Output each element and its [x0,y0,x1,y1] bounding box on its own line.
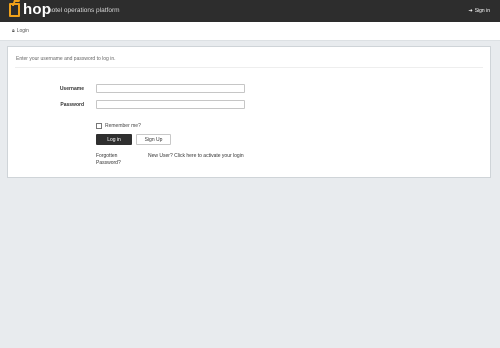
password-label: Password [60,102,84,108]
login-instruction: Enter your username and password to log … [16,56,116,62]
lock-icon: 🔒︎ [12,28,15,34]
remember-me-checkbox[interactable] [96,123,102,129]
login-panel: Enter your username and password to log … [7,46,491,178]
breadcrumb: 🔒︎ Login [0,22,500,41]
house-logo-icon[interactable] [9,3,20,17]
username-field[interactable] [96,84,245,93]
panel-divider [15,67,483,68]
forgot-password-link[interactable]: Forgotten Password? [96,153,130,166]
top-navbar: hop hotel operations platform ➔ Sign in [0,0,500,22]
brand-tagline: hotel operations platform [48,7,120,14]
password-field[interactable] [96,100,245,109]
sign-in-icon: ➔ [468,8,473,14]
sign-in-link[interactable]: ➔ Sign in [469,8,491,14]
signup-button[interactable]: Sign Up [136,134,171,145]
login-button[interactable]: Log in [96,134,132,145]
brand-logo-text[interactable]: hop [23,1,51,18]
breadcrumb-item-login[interactable]: 🔒︎ Login [12,28,29,34]
username-label: Username [59,86,84,92]
remember-me: Remember me? [96,123,141,129]
breadcrumb-label: Login [16,28,29,34]
new-user-link[interactable]: New User? Click here to activate your lo… [148,153,244,160]
remember-me-label[interactable]: Remember me? [105,123,141,129]
sign-in-label: Sign in [474,8,490,14]
